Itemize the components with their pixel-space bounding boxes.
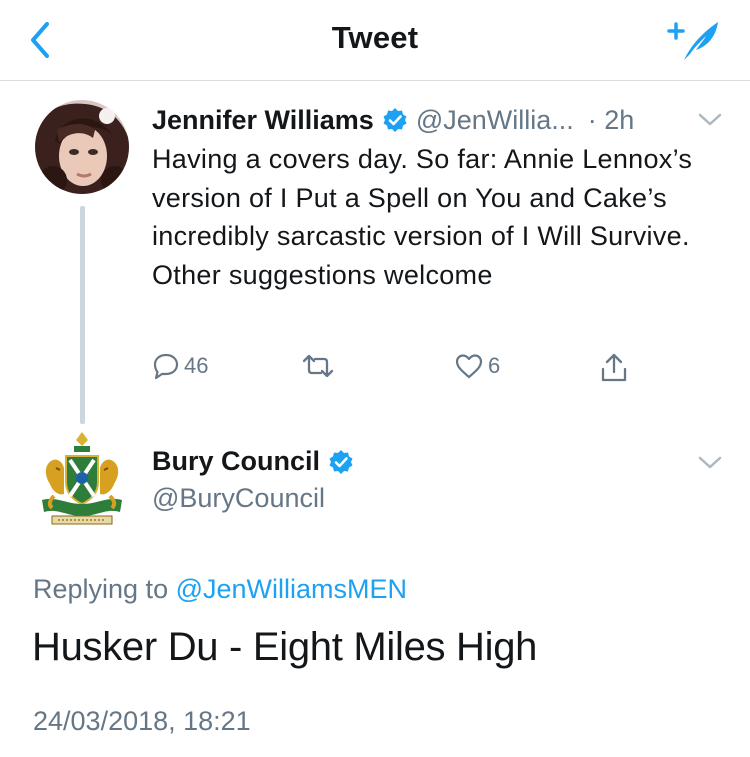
tweet-text: Having a covers day. So far: Annie Lenno… (152, 144, 693, 290)
replying-to-link[interactable]: @JenWilliamsMEN (176, 574, 407, 604)
share-icon (601, 353, 627, 382)
author-name[interactable]: Jennifer Williams (152, 105, 374, 136)
author-name[interactable]: Bury Council (152, 446, 320, 477)
tweet-time: · 2h (587, 104, 635, 135)
parent-tweet-header: Jennifer Williams @JenWillia... · 2h (152, 102, 634, 138)
avatar[interactable] (35, 100, 129, 194)
share-button[interactable] (598, 352, 630, 384)
reply-icon (153, 353, 179, 380)
replying-prefix: Replying to (33, 574, 169, 604)
verified-badge-icon (383, 108, 407, 132)
verified-badge-icon (329, 449, 353, 474)
like-count: 6 (488, 353, 501, 378)
top-bar: Tweet (0, 0, 750, 81)
tweet-actions: 46 6 (152, 352, 652, 392)
tweet-text: Husker Du - Eight Miles High (32, 625, 538, 669)
coat-of-arms-icon (42, 432, 122, 525)
thread-connector (80, 206, 85, 424)
tweet-timestamp: 24/03/2018, 18:21 (33, 706, 251, 736)
heart-icon (455, 354, 483, 379)
avatar[interactable] (36, 430, 128, 530)
reply-button[interactable]: 46 (152, 352, 208, 380)
chevron-down-icon[interactable] (695, 453, 725, 473)
reply-count: 46 (184, 353, 209, 378)
author-name-row: Bury Council (152, 446, 354, 477)
retweet-icon (302, 354, 334, 378)
retweet-button[interactable] (300, 352, 340, 380)
author-handle[interactable]: @JenWillia... (416, 105, 574, 136)
replying-to: Replying to @JenWilliamsMEN (33, 574, 407, 605)
like-button[interactable]: 6 (454, 352, 500, 380)
author-handle[interactable]: @BuryCouncil (152, 483, 325, 514)
chevron-down-icon[interactable] (695, 110, 725, 130)
compose-tweet-icon[interactable] (666, 14, 726, 64)
page-title: Tweet (331, 20, 419, 55)
